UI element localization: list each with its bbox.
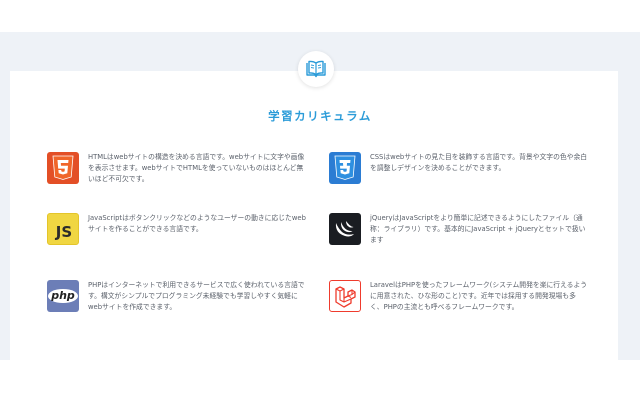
php-logo-icon: php bbox=[47, 280, 79, 312]
curriculum-item-css: CSSはwebサイトの見た目を装飾する言語です。背景や文字の色や余白を調整しデザ… bbox=[329, 152, 587, 214]
curriculum-item-html: HTMLはwebサイトの構造を決める言語です。webサイトに文字や画像を表示させ… bbox=[47, 152, 305, 214]
item-description: jQueryはJavaScriptをより簡単に記述できるようにしたファイル（通称… bbox=[370, 214, 586, 244]
php-logo-text: php bbox=[48, 289, 78, 303]
item-description: PHPはインターネットで利用できるサービスで広く使われている言語です。構文がシン… bbox=[88, 281, 305, 311]
section-icon-badge bbox=[298, 51, 334, 87]
section-title: 学習カリキュラム bbox=[268, 109, 372, 123]
html5-logo-icon bbox=[47, 152, 79, 184]
item-description: HTMLはwebサイトの構造を決める言語です。webサイトに文字や画像を表示させ… bbox=[88, 153, 305, 183]
curriculum-item-javascript: JS JavaScriptはボタンクリックなどのようなユーザーの動きに応じたwe… bbox=[47, 213, 306, 275]
laravel-logo-icon bbox=[329, 280, 361, 312]
jquery-logo-icon bbox=[329, 213, 361, 245]
curriculum-item-jquery: jQueryはJavaScriptをより簡単に記述できるようにしたファイル（通称… bbox=[329, 213, 587, 275]
javascript-logo-text: JS bbox=[55, 222, 73, 241]
item-description: CSSはwebサイトの見た目を装飾する言語です。背景や文字の色や余白を調整しデザ… bbox=[370, 153, 588, 172]
open-book-icon bbox=[306, 60, 326, 78]
item-description: JavaScriptはボタンクリックなどのようなユーザーの動きに応じたwebサイ… bbox=[88, 214, 306, 233]
javascript-logo-icon: JS bbox=[47, 213, 79, 245]
item-description: LaravelはPHPを使ったフレームワーク(システム開発を楽に行えるように用意… bbox=[370, 281, 588, 311]
css3-logo-icon bbox=[329, 152, 361, 184]
curriculum-item-php: php PHPはインターネットで利用できるサービスで広く使われている言語です。構… bbox=[47, 280, 305, 342]
curriculum-item-laravel: LaravelはPHPを使ったフレームワーク(システム開発を楽に行えるように用意… bbox=[329, 280, 587, 342]
